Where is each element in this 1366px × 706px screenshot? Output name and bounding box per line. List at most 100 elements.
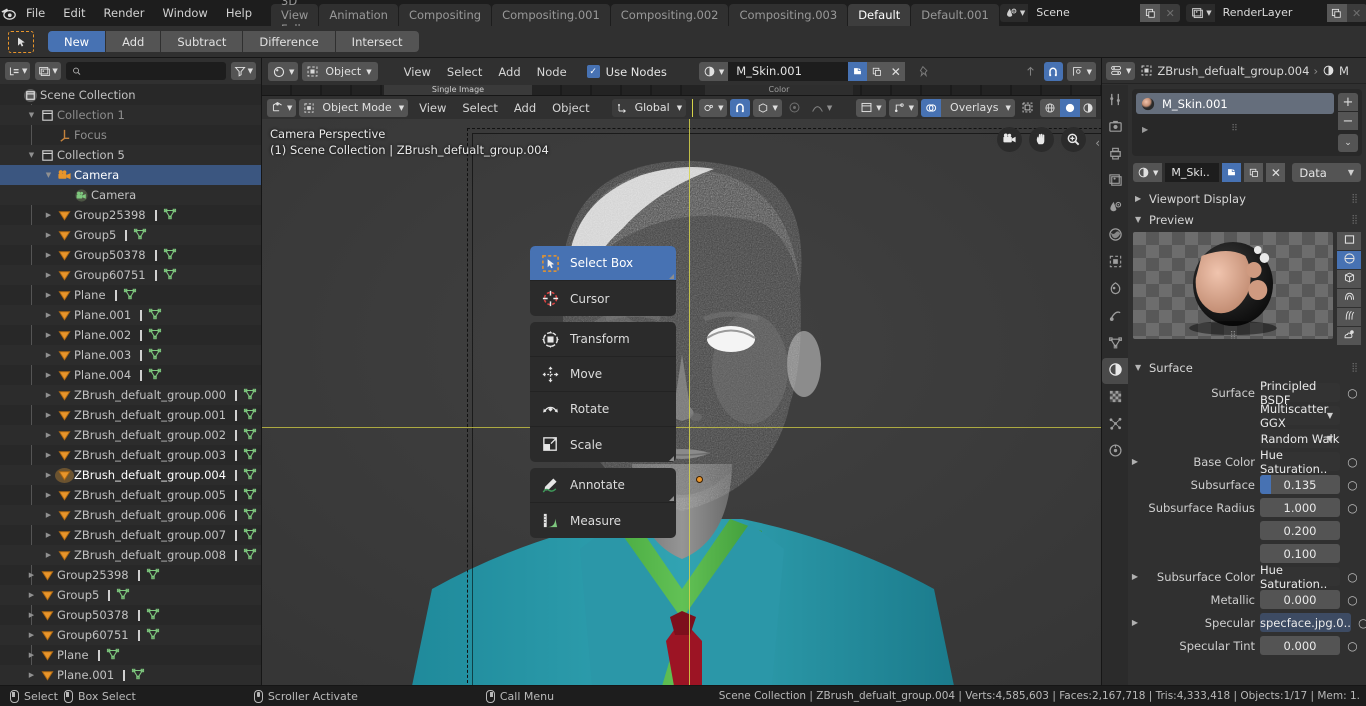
select-mode-new[interactable]: New: [48, 31, 107, 52]
node-socket-icon[interactable]: ○: [1356, 613, 1366, 632]
transform-orientation-dropdown[interactable]: Global ▼: [611, 98, 687, 117]
chevron-right-icon[interactable]: ▶: [1128, 618, 1142, 627]
mesh-data-icon[interactable]: [243, 387, 257, 404]
add-material-slot-button[interactable]: +: [1338, 93, 1358, 111]
outliner-row[interactable]: ▶ ZBrush_defualt_group.005: [0, 485, 261, 505]
preview-type-hair[interactable]: [1337, 289, 1361, 307]
chevron-right-icon[interactable]: ▶: [42, 365, 55, 385]
node-socket-icon[interactable]: ○: [1345, 452, 1360, 471]
menu-edit[interactable]: Edit: [54, 3, 94, 23]
viewlayer-name[interactable]: RenderLayer: [1214, 4, 1327, 22]
chevron-down-icon[interactable]: ▼: [42, 165, 55, 185]
outliner-row[interactable]: ▶ Plane.002: [0, 325, 261, 345]
outliner-filter-button[interactable]: ▼: [230, 62, 256, 80]
chevron-left-icon[interactable]: ‹: [1095, 136, 1100, 150]
node-socket-icon[interactable]: ○: [1345, 590, 1360, 609]
outliner-row[interactable]: ▶ ZBrush_defualt_group.008: [0, 545, 261, 565]
outliner-row[interactable]: Focus: [0, 125, 261, 145]
scene-name[interactable]: Scene: [1028, 4, 1141, 22]
hand-pan-icon[interactable]: [1029, 127, 1054, 152]
node-socket-icon[interactable]: ○: [1345, 498, 1360, 517]
workspace-tab-6[interactable]: Default: [848, 4, 911, 26]
outliner-id-type-button[interactable]: ▼: [35, 62, 61, 80]
outliner-row[interactable]: ▼ Collection 1: [0, 105, 261, 125]
surface-field[interactable]: Multiscatter GGX ▼: [1260, 402, 1340, 430]
chevron-down-icon[interactable]: ▼: [25, 105, 38, 125]
outliner-row[interactable]: ▶ Plane.004: [0, 365, 261, 385]
scene-duplicate-icon[interactable]: [1140, 4, 1161, 22]
mesh-data-icon[interactable]: [243, 507, 257, 524]
mesh-data-icon[interactable]: [163, 207, 177, 224]
chevron-right-icon[interactable]: ▶: [42, 385, 55, 405]
tool-expand-corner[interactable]: [669, 274, 674, 279]
mesh-data-icon[interactable]: [146, 627, 160, 644]
chevron-right-icon[interactable]: ▶: [42, 405, 55, 425]
surface-field[interactable]: 0.135: [1260, 475, 1340, 494]
outliner-row[interactable]: ▶ Group50378: [0, 245, 261, 265]
workspace-tab-1[interactable]: Animation: [319, 4, 398, 26]
breadcrumb-material[interactable]: M: [1339, 64, 1349, 78]
object-mode-dropdown[interactable]: Object Mode ▼: [299, 98, 409, 117]
select-mode-intersect[interactable]: Intersect: [335, 31, 419, 52]
outliner-row[interactable]: ▼ Camera: [0, 165, 261, 185]
chevron-right-icon[interactable]: ▶: [42, 325, 55, 345]
3d-viewport-icon[interactable]: ▼: [267, 98, 297, 117]
viewlayer-unlink-icon[interactable]: ✕: [1346, 4, 1366, 22]
tab-texture[interactable]: [1102, 385, 1128, 411]
chevron-right-icon[interactable]: ▶: [1128, 572, 1142, 581]
outliner-row[interactable]: ▶ Plane: [0, 645, 261, 665]
workspace-tab-7[interactable]: Default.001: [911, 4, 999, 26]
select-mode-subtract[interactable]: Subtract: [161, 31, 244, 52]
shader-menu-view[interactable]: View: [396, 65, 439, 79]
material-slot-specials-button[interactable]: ⌄: [1338, 134, 1358, 152]
tool-annotate[interactable]: Annotate: [530, 468, 676, 503]
tool-measure[interactable]: Measure: [530, 503, 676, 538]
mesh-data-icon[interactable]: [116, 587, 130, 604]
material-duplicate-icon[interactable]: [1244, 163, 1264, 182]
workspace-tab-2[interactable]: Compositing: [398, 4, 492, 26]
workspace-tab-3[interactable]: Compositing.001: [492, 4, 610, 26]
menu-window[interactable]: Window: [153, 3, 216, 23]
preview-type-cube[interactable]: [1337, 270, 1361, 288]
chevron-right-icon[interactable]: ▶: [42, 425, 55, 445]
chevron-right-icon[interactable]: ▶: [42, 265, 55, 285]
chevron-right-icon[interactable]: ▶: [42, 285, 55, 305]
panel-surface[interactable]: ▼ Surface ⣿: [1128, 357, 1366, 378]
chevron-right-icon[interactable]: ▶: [1128, 457, 1142, 466]
tool-scale[interactable]: Scale: [530, 427, 676, 462]
preview-type-sphere[interactable]: [1337, 251, 1361, 269]
mesh-data-icon[interactable]: [123, 287, 137, 304]
mesh-data-icon[interactable]: [131, 667, 145, 684]
material-unlink-icon[interactable]: ✕: [886, 62, 906, 81]
tab-physics[interactable]: [1102, 304, 1128, 330]
chevron-right-icon[interactable]: ▶: [25, 625, 38, 645]
material-link-dropdown[interactable]: Data ▼: [1292, 163, 1361, 182]
outliner-row[interactable]: ▼ Collection 5: [0, 145, 261, 165]
tool-select-box[interactable]: Select Box: [530, 246, 676, 281]
mesh-data-icon[interactable]: [148, 307, 162, 324]
overlays-icon[interactable]: [921, 98, 942, 117]
mesh-data-icon[interactable]: [243, 547, 257, 564]
outliner-row[interactable]: ▶ Group5: [0, 585, 261, 605]
surface-field[interactable]: specface.jpg.0..: [1260, 613, 1351, 632]
material-browse-icon[interactable]: ▼: [698, 62, 729, 81]
solid-icon[interactable]: [1059, 98, 1080, 117]
outliner-row[interactable]: ▶ Plane: [0, 285, 261, 305]
viewport-menu-add[interactable]: Add: [506, 101, 544, 115]
chevron-right-icon[interactable]: ▶: [42, 525, 55, 545]
tab-particles[interactable]: [1102, 412, 1128, 438]
mesh-data-icon[interactable]: [148, 327, 162, 344]
outliner-row[interactable]: Scene Collection: [0, 85, 261, 105]
tab-object[interactable]: [1102, 250, 1128, 276]
editor-border[interactable]: [262, 95, 1102, 96]
scene-field[interactable]: ▼ Scene ✕: [999, 4, 1181, 22]
chevron-right-icon[interactable]: ▶: [42, 305, 55, 325]
mesh-data-icon[interactable]: [146, 567, 160, 584]
panel-viewport-display[interactable]: ▶ Viewport Display ⣿: [1128, 188, 1366, 209]
node-socket-icon[interactable]: ○: [1345, 636, 1360, 655]
surface-field[interactable]: Hue Saturation..: [1260, 448, 1340, 476]
mesh-data-icon[interactable]: [133, 227, 147, 244]
material-name-field[interactable]: M_Ski..: [1165, 163, 1220, 182]
chevron-right-icon[interactable]: ▶: [25, 585, 38, 605]
tool-expand-corner[interactable]: [669, 496, 674, 501]
